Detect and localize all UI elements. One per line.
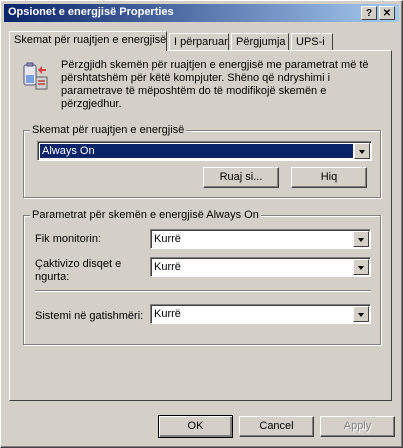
chevron-down-icon[interactable] (353, 306, 369, 322)
settings-group-legend: Parametrat për skemën e energjisë Always… (30, 209, 261, 221)
apply-label: Apply (343, 420, 372, 432)
standby-label: Sistemi në gatishmëri: (35, 310, 144, 322)
properties-dialog: Opsionet e energjisë Properties ? ✕ Skem… (0, 0, 403, 448)
tab-label: Skemat për ruajtjen e energjisë (14, 34, 167, 46)
cancel-button[interactable]: Cancel (239, 416, 314, 437)
tab-label: Përgjumja (236, 36, 286, 48)
tab-label: UPS-i (296, 36, 325, 48)
cancel-label: Cancel (259, 420, 294, 432)
ok-button[interactable]: OK (158, 415, 233, 438)
disks-timeout-value: Kurrë (154, 261, 181, 273)
disks-label: Çaktivizo disqet e ngurta: (35, 258, 122, 283)
help-icon: ? (365, 8, 373, 19)
save-as-button[interactable]: Ruaj si... (203, 167, 279, 188)
chevron-down-icon[interactable] (353, 231, 369, 247)
ok-label: OK (187, 420, 204, 432)
chevron-down-icon[interactable] (353, 259, 369, 275)
help-button[interactable]: ? (361, 6, 377, 20)
tab-hibernate[interactable]: Përgjumja (231, 33, 289, 50)
power-scheme-icon (23, 62, 48, 90)
standby-timeout-value: Kurrë (154, 308, 181, 320)
disks-timeout-select[interactable]: Kurrë (150, 257, 371, 277)
apply-button[interactable]: Apply (320, 416, 395, 437)
tab-power-schemes[interactable]: Skemat për ruajtjen e energjisë (9, 31, 167, 51)
close-button[interactable]: ✕ (379, 6, 395, 20)
save-as-label: Ruaj si... (219, 171, 263, 183)
monitor-label: Fik monitorin: (35, 233, 102, 245)
window-title: Opsionet e energjisë Properties (8, 6, 174, 18)
description-text: Përzgjidh skemën për ruajtjen e energjis… (61, 59, 369, 110)
tab-advanced[interactable]: I përparuar (169, 33, 229, 50)
chevron-down-icon[interactable] (354, 143, 370, 159)
monitor-timeout-select[interactable]: Kurrë (150, 229, 371, 249)
tab-ups[interactable]: UPS-i (291, 33, 333, 50)
power-scheme-select[interactable]: Always On (37, 141, 372, 161)
delete-label: Hiq (320, 171, 338, 183)
delete-button[interactable]: Hiq (291, 167, 367, 188)
settings-divider (35, 290, 371, 292)
power-scheme-value: Always On (40, 144, 353, 158)
monitor-timeout-value: Kurrë (154, 233, 181, 245)
close-icon: ✕ (382, 8, 392, 19)
title-bar[interactable]: Opsionet e energjisë Properties ? ✕ (4, 4, 399, 22)
tab-label: I përparuar (174, 36, 228, 48)
scheme-group-legend: Skemat për ruajtjen e energjisë (30, 124, 187, 136)
standby-timeout-select[interactable]: Kurrë (150, 304, 371, 324)
